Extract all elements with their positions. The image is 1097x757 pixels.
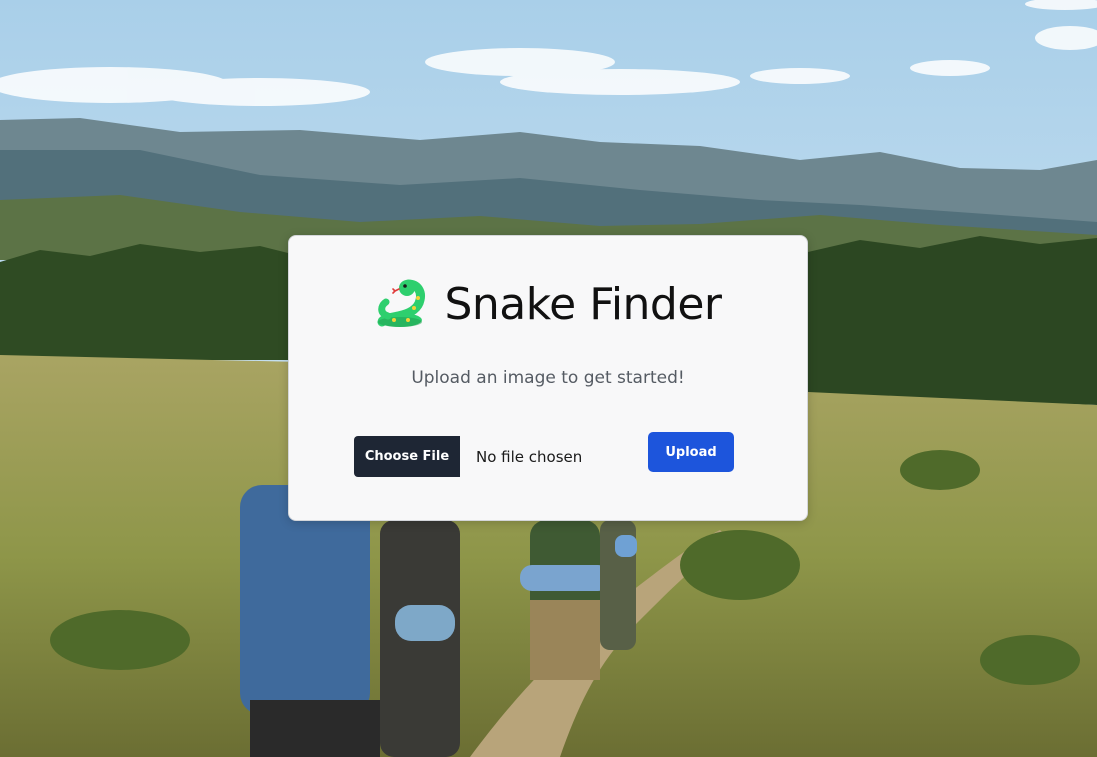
snake-icon	[377, 279, 426, 327]
file-status-text: No file chosen	[476, 447, 583, 466]
upload-card: Snake Finder Upload an image to get star…	[288, 235, 808, 521]
file-input[interactable]: Choose File No file chosen	[354, 436, 582, 477]
page-title: Snake Finder	[444, 278, 722, 330]
choose-file-button[interactable]: Choose File	[354, 436, 460, 477]
header: Snake Finder	[289, 276, 807, 332]
upload-button[interactable]: Upload	[648, 432, 734, 472]
upload-instructions: Upload an image to get started!	[411, 368, 685, 388]
